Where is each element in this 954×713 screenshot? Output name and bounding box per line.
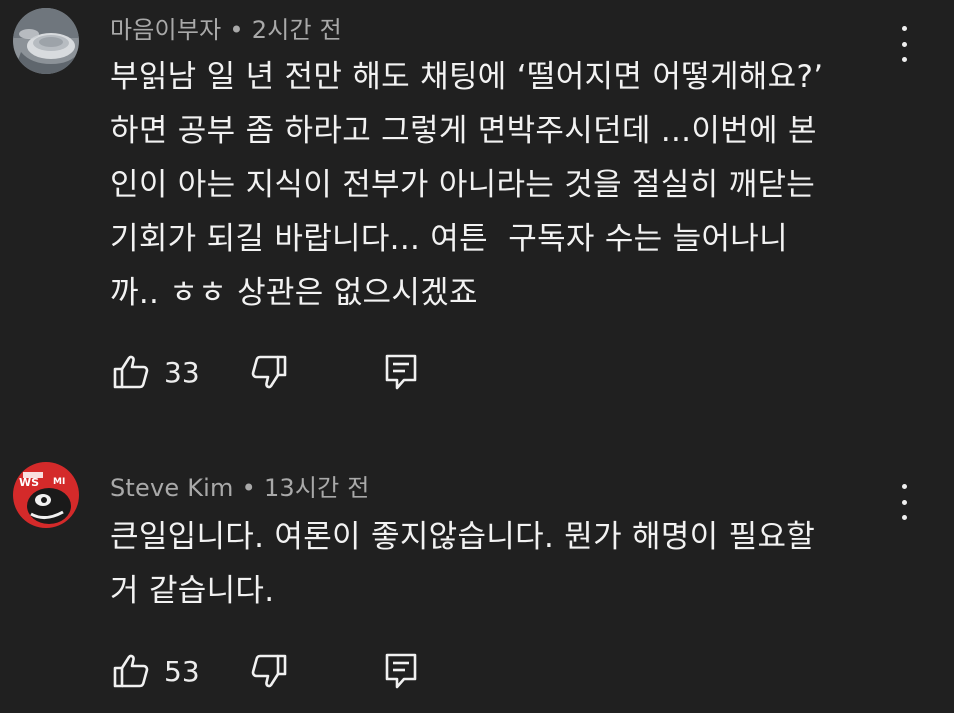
thumbs-down-icon [251,654,287,688]
reply-comment-icon [385,653,417,689]
reply-comment-icon [385,354,417,390]
comment-item: WS MI Steve Kim • 13시간 전 큰일입니다. 여론이 좋지않습니다… [0,450,954,713]
comment-meta: 마음이부자 • 2시간 전 [110,10,342,45]
more-vertical-icon[interactable] [894,26,914,62]
thumbs-up-icon [113,654,149,688]
comment-actions: 33 [112,350,418,394]
reply-button[interactable] [384,353,418,391]
comment-meta: Steve Kim • 13시간 전 [110,468,370,503]
svg-text:MI: MI [53,477,65,487]
like-count: 33 [164,355,200,389]
thumbs-down-icon [251,355,287,389]
like-count: 53 [164,654,200,688]
comment-text: 큰일입니다. 여론이 좋지않습니다. 뭔가 해명이 필요할 거 같습니다. [110,519,816,609]
coffee-cup-avatar-icon [13,8,79,74]
author-name[interactable]: 마음이부자 [110,16,221,44]
dislike-button[interactable] [250,653,288,689]
comment-actions: 53 [112,649,418,693]
meta-separator: • [229,16,244,44]
comment-time[interactable]: 13시간 전 [264,474,370,502]
thumbs-up-icon [113,355,149,389]
like-button[interactable]: 33 [112,354,212,390]
more-vertical-icon[interactable] [894,484,914,520]
dislike-button[interactable] [250,354,288,390]
comment-time[interactable]: 2시간 전 [252,16,342,44]
comment-item: 마음이부자 • 2시간 전 부읽남 일 년 전만 해도 채팅에 ‘떨어지면 어떻게해… [0,0,954,430]
avatar[interactable]: WS MI [13,462,79,528]
like-button[interactable]: 53 [112,653,212,689]
avatar[interactable] [13,8,79,74]
meta-separator: • [241,474,256,502]
author-name[interactable]: Steve Kim [110,474,234,502]
red-cartoon-avatar-icon: WS MI [13,462,79,528]
comment-text: 부읽남 일 년 전만 해도 채팅에 ‘떨어지면 어떻게해요?’ 하면 공부 좀 … [110,59,824,311]
reply-button[interactable] [384,652,418,690]
